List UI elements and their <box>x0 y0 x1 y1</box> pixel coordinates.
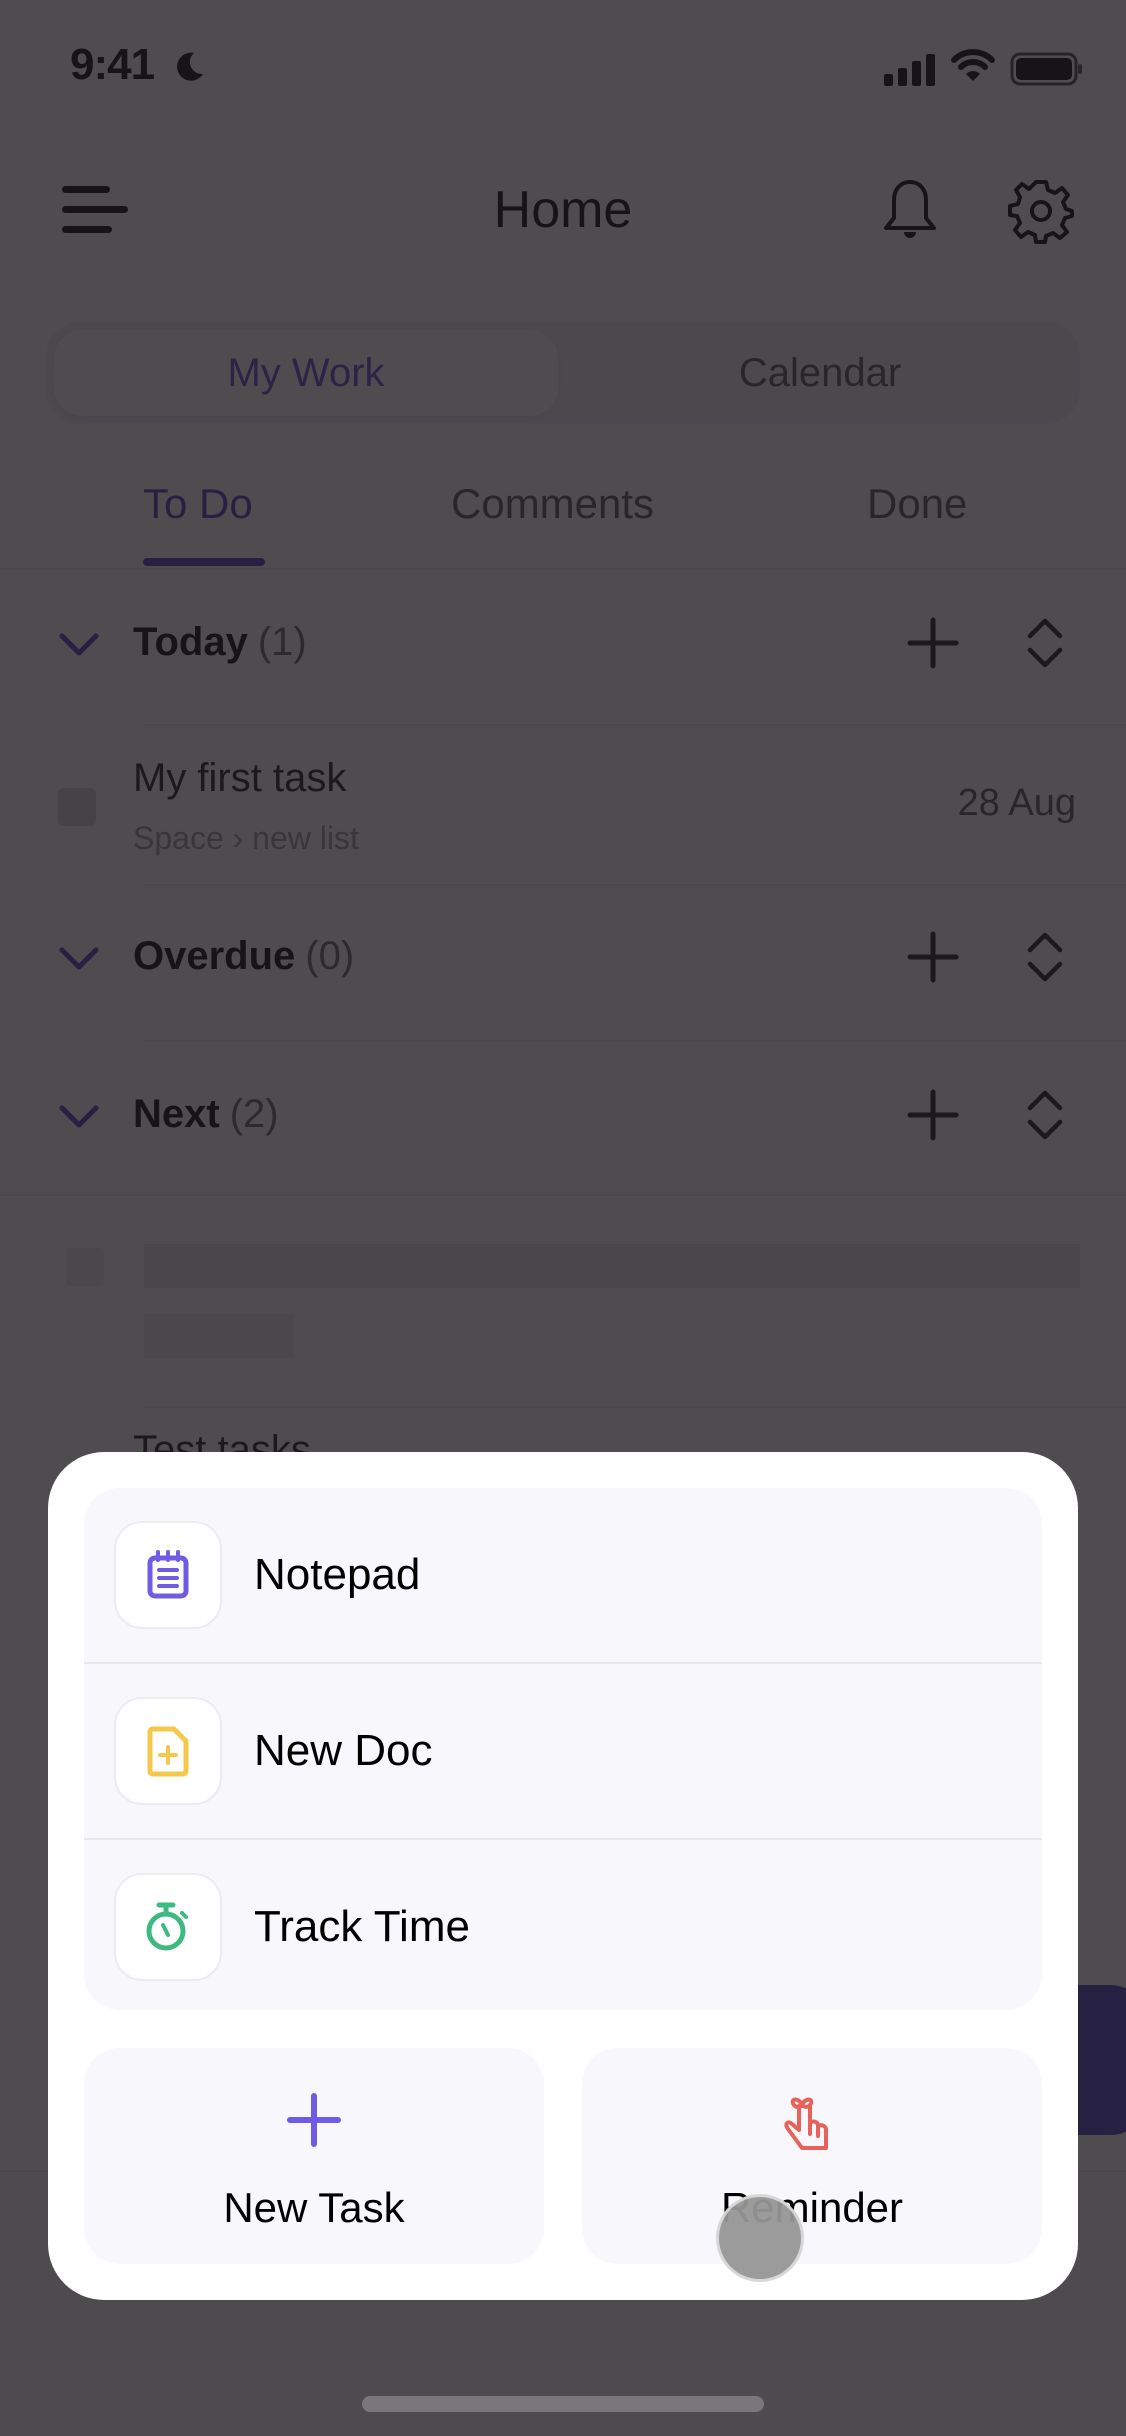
notepad-icon <box>147 1550 189 1599</box>
stopwatch-icon-box <box>114 1873 222 1981</box>
home-indicator[interactable] <box>362 2396 764 2412</box>
menu-item-label: New Doc <box>254 1726 433 1775</box>
reminder-finger-icon <box>784 2097 828 2150</box>
new-doc-icon <box>147 1726 189 1777</box>
new-task-tile[interactable]: New Task <box>84 2048 544 2264</box>
menu-item-label: Notepad <box>254 1550 421 1599</box>
plus-icon <box>287 2093 341 2147</box>
menu-item-label: Track Time <box>254 1902 470 1951</box>
tile-label: New Task <box>223 2184 405 2231</box>
stopwatch-icon <box>146 1902 188 1951</box>
touch-indicator <box>716 2194 804 2282</box>
quick-create-menu: Notepad New Doc Track Time <box>84 1488 1042 2010</box>
plus-icon-wrapper <box>84 2092 544 2148</box>
tile-label: Reminder <box>720 2184 904 2231</box>
reminder-tile[interactable]: Reminder <box>582 2048 1042 2264</box>
quick-create-sheet: Notepad New Doc Track Time New Task Remi… <box>48 1452 1078 2300</box>
menu-item-new-doc[interactable]: New Doc <box>84 1664 1042 1838</box>
menu-item-track-time[interactable]: Track Time <box>84 1840 1042 2010</box>
notepad-icon-box <box>114 1521 222 1629</box>
menu-item-notepad[interactable]: Notepad <box>84 1488 1042 1662</box>
new-doc-icon-box <box>114 1697 222 1805</box>
reminder-icon-wrapper <box>582 2092 1042 2156</box>
